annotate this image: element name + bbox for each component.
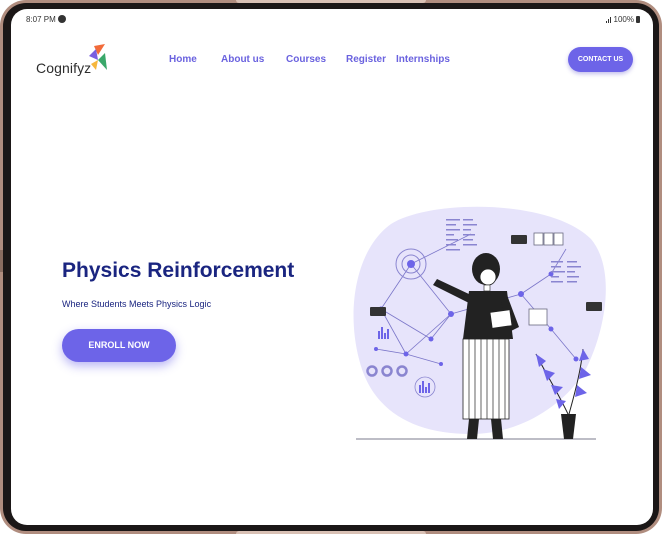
- hero-illustration: [351, 199, 611, 449]
- nav-internships[interactable]: Internships: [396, 54, 450, 65]
- logo[interactable]: Cognifyz: [36, 44, 116, 78]
- notification-icon: [58, 15, 66, 23]
- device-frame: 8:07 PM 100% Cognifyz Home About us Cour…: [0, 0, 662, 534]
- nav-about-us[interactable]: About us: [221, 54, 264, 65]
- hero-title: Physics Reinforcement: [62, 259, 295, 282]
- nav-register[interactable]: Register: [346, 54, 386, 65]
- nav-courses[interactable]: Courses: [286, 54, 326, 65]
- logo-text: Cognifyz: [36, 60, 92, 76]
- hero-subtitle: Where Students Meets Physics Logic: [62, 299, 212, 309]
- screen: 8:07 PM 100% Cognifyz Home About us Cour…: [11, 9, 653, 525]
- signal-icon: [605, 16, 612, 23]
- battery-percent: 100%: [613, 15, 634, 24]
- nav-home[interactable]: Home: [169, 54, 197, 65]
- status-bar: 8:07 PM 100%: [11, 9, 653, 31]
- status-indicators: 100%: [605, 15, 640, 24]
- person-network-illustration-icon: [353, 206, 606, 440]
- battery-icon: [636, 16, 640, 23]
- contact-us-button[interactable]: CONTACT US: [568, 47, 633, 72]
- enroll-now-button[interactable]: ENROLL NOW: [62, 329, 176, 362]
- navbar: Cognifyz Home About us Courses Register …: [11, 41, 653, 81]
- status-time: 8:07 PM: [26, 15, 56, 24]
